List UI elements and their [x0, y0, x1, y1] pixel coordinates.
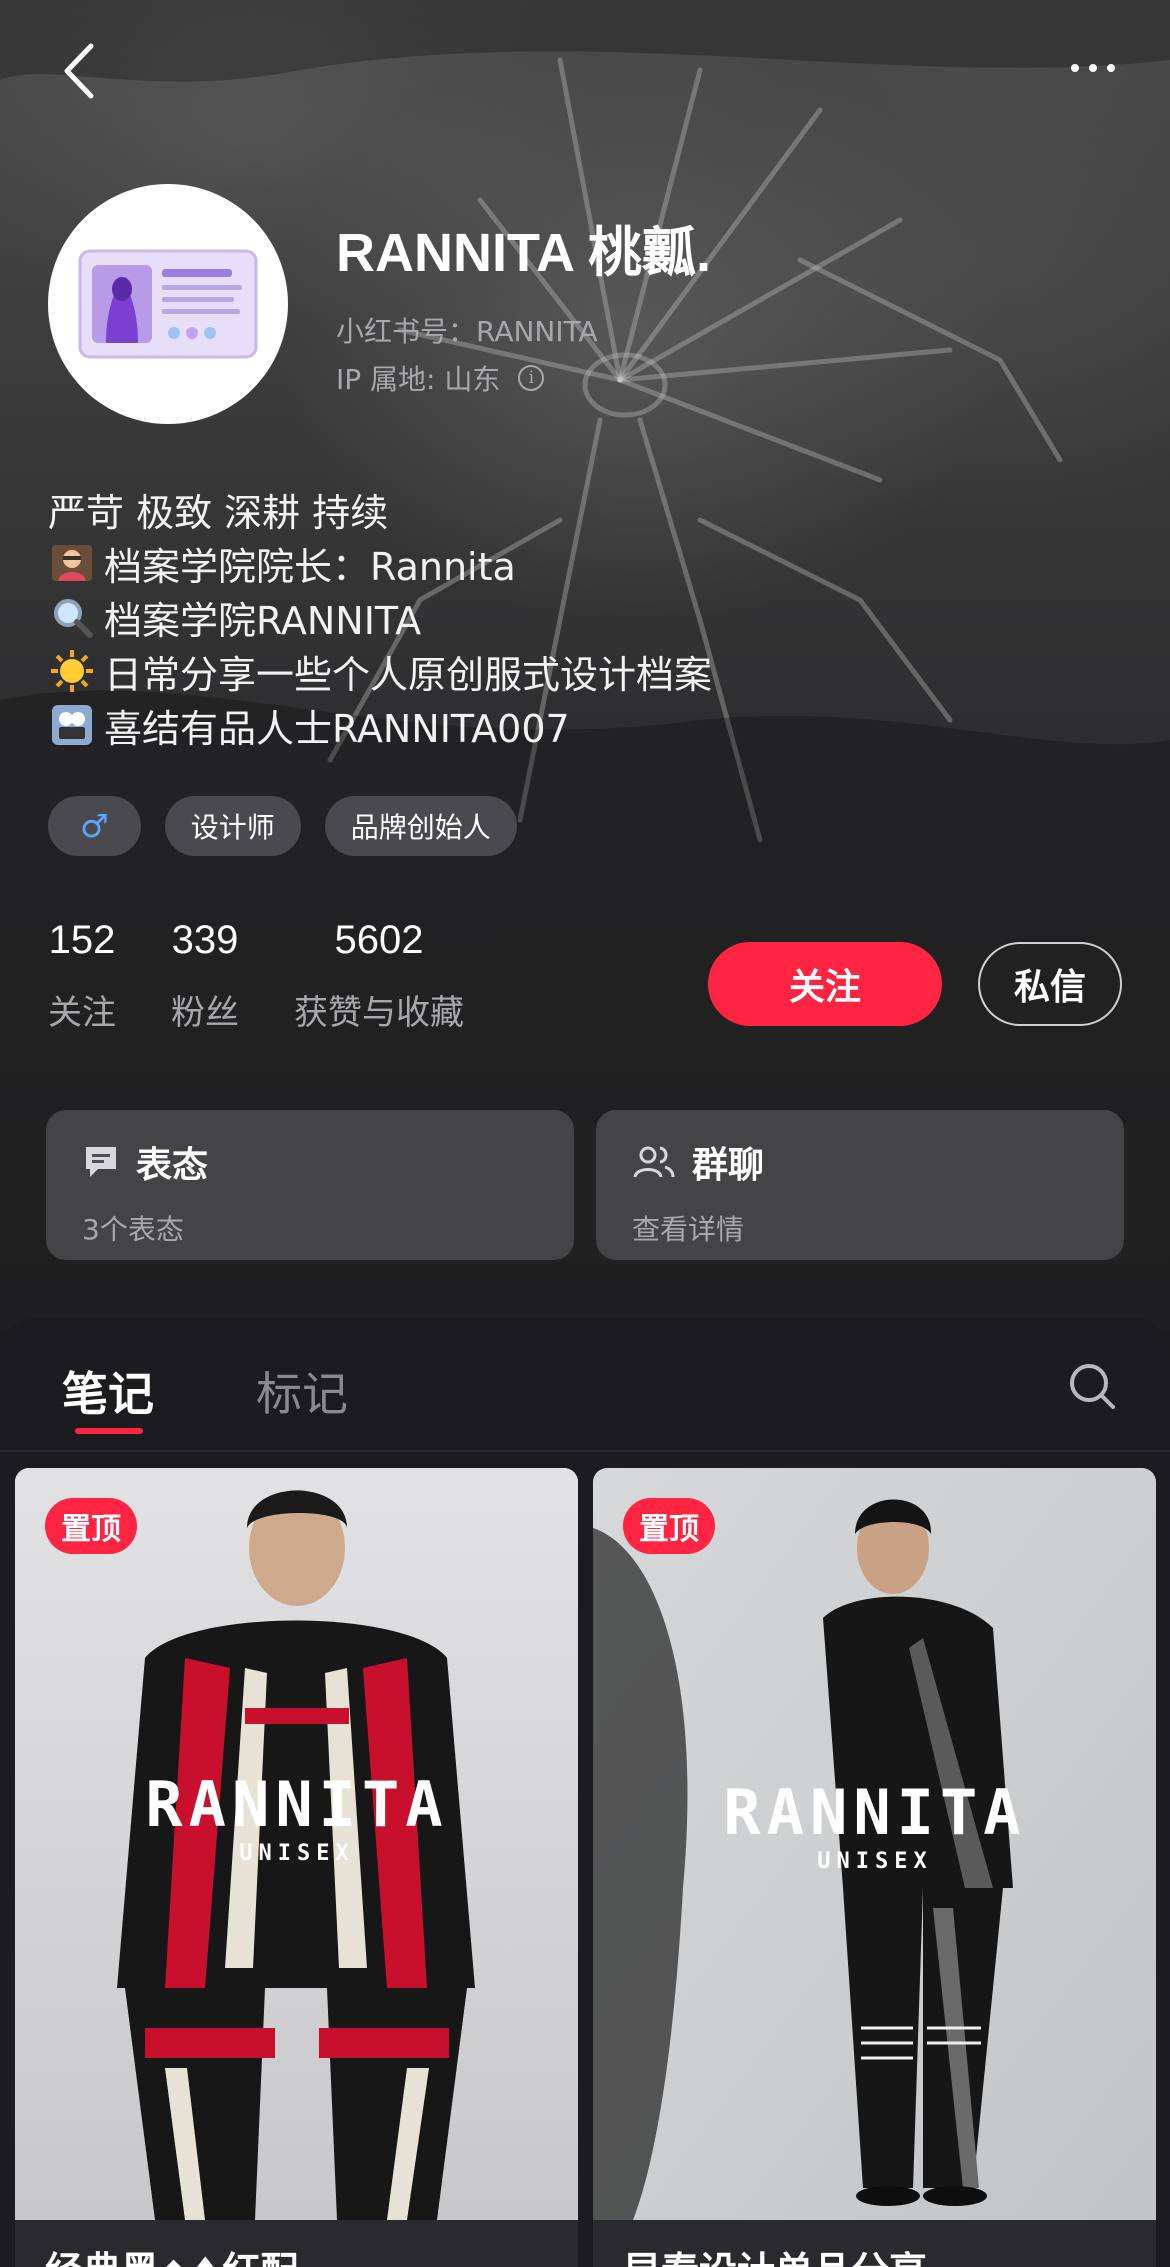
sun-emoji-icon [48, 647, 96, 695]
brand-logo: RANNITA [145, 1768, 448, 1841]
pinned-badge: 置顶 [45, 1498, 137, 1554]
followers-stat[interactable]: 339 粉丝 [171, 918, 239, 1034]
message-button[interactable]: 私信 [978, 942, 1122, 1026]
profile-tag[interactable]: 设计师 [164, 796, 301, 856]
bio-text: 喜结有品人士RANNITA007 [104, 706, 570, 751]
stat-label: 获赞与收藏 [294, 993, 464, 1033]
note-title: 经典黑◆♦红配 [45, 2240, 298, 2267]
more-dot-icon [1089, 64, 1097, 72]
card-subtitle: 3个表态 [82, 1213, 184, 1246]
card-title: 群聊 [692, 1145, 765, 1186]
bio-line: 严苛 极致 深耕 持续 [48, 482, 712, 536]
brand-sub: UNISEX [817, 1849, 932, 1874]
teacher-emoji-icon [48, 539, 96, 587]
more-dot-icon [1107, 64, 1115, 72]
ip-location-row: IP 属地: 山东 i [336, 358, 545, 398]
note-cover-image: RANNITA UNISEX [593, 1468, 1156, 2220]
bio-text: 档案学院RANNITA [104, 598, 422, 643]
group-chat-card[interactable]: 群聊 查看详情 [596, 1110, 1124, 1260]
brand-sub: UNISEX [239, 1841, 354, 1866]
profile-page: RANNITA 桃瓤. 小红书号：RANNITA IP 属地: 山东 i 严苛 … [0, 0, 1170, 2267]
card-title-row: 表态 [82, 1136, 538, 1188]
bio: 严苛 极致 深耕 持续 档案学院院长：Rannita 档案学院RANNITA 日… [48, 482, 712, 752]
active-tab-indicator [75, 1428, 143, 1434]
following-stat[interactable]: 152 关注 [48, 918, 116, 1034]
group-icon [633, 1146, 675, 1178]
stat-label: 粉丝 [171, 993, 239, 1033]
profile-tag[interactable]: 品牌创始人 [324, 796, 517, 856]
search-button[interactable] [1064, 1358, 1120, 1414]
likes-stat[interactable]: 5602 获赞与收藏 [294, 918, 464, 1034]
avatar[interactable] [48, 184, 288, 424]
note-cover-image: RANNITA UNISEX [15, 1468, 578, 2220]
content-tabs: 笔记 标记 [0, 1318, 1170, 1452]
gender-tag: ♂ [48, 796, 141, 856]
bio-text: 档案学院院长：Rannita [104, 544, 516, 589]
search-icon [1070, 1364, 1115, 1409]
stat-value: 339 [171, 918, 239, 962]
profile-tags: ♂ 设计师 品牌创始人 [48, 796, 517, 856]
card-title-row: 群聊 [632, 1136, 1088, 1188]
bio-line: 日常分享一些个人原创服式设计档案 [48, 644, 712, 698]
reactions-card[interactable]: 表态 3个表态 [46, 1110, 574, 1260]
card-subtitle: 查看详情 [632, 1213, 745, 1246]
note-card[interactable]: RANNITA UNISEX 置顶 经典黑◆♦红配 [15, 1468, 578, 2267]
profile-name: RANNITA 桃瓤. [336, 223, 711, 283]
card-title: 表态 [136, 1145, 209, 1186]
ip-location: IP 属地: 山东 [336, 363, 501, 396]
chevron-left-icon [64, 43, 94, 99]
back-button[interactable] [48, 36, 108, 106]
stat-value: 5602 [334, 918, 424, 962]
pinned-badge: 置顶 [623, 1498, 715, 1554]
bio-text: 日常分享一些个人原创服式设计档案 [104, 652, 713, 697]
bio-line: 喜结有品人士RANNITA007 [48, 698, 712, 752]
more-dot-icon [1071, 64, 1079, 72]
camera-emoji-icon [48, 701, 96, 749]
bio-text: 严苛 极致 深耕 持续 [48, 490, 389, 535]
red-id: 小红书号：RANNITA [336, 315, 598, 348]
magnifier-emoji-icon [48, 593, 96, 641]
note-title: 早春设计单品分享 [623, 2240, 927, 2267]
id-card-avatar-image [78, 249, 258, 359]
bio-line: 档案学院RANNITA [48, 590, 712, 644]
comment-icon [86, 1147, 116, 1177]
stat-label: 关注 [48, 993, 116, 1033]
profile-header-background: RANNITA 桃瓤. 小红书号：RANNITA IP 属地: 山东 i 严苛 … [0, 0, 1170, 1330]
follow-button[interactable]: 关注 [708, 942, 942, 1026]
content-sheet: 笔记 标记 RANNITA UNISEX 置顶 RANNITA UNISEX 置… [0, 1318, 1170, 2267]
bio-line: 档案学院院长：Rannita [48, 536, 712, 590]
info-icon[interactable]: i [518, 365, 545, 391]
tab-notes[interactable]: 笔记 [62, 1358, 154, 1424]
stat-value: 152 [48, 918, 116, 962]
brand-logo: RANNITA [723, 1776, 1026, 1849]
note-card[interactable]: RANNITA UNISEX 置顶 早春设计单品分享 [593, 1468, 1156, 2267]
more-options-button[interactable] [1048, 40, 1138, 96]
profile-stats: 152 关注 339 粉丝 5602 获赞与收藏 [48, 918, 464, 1034]
tab-marked[interactable]: 标记 [256, 1358, 348, 1424]
